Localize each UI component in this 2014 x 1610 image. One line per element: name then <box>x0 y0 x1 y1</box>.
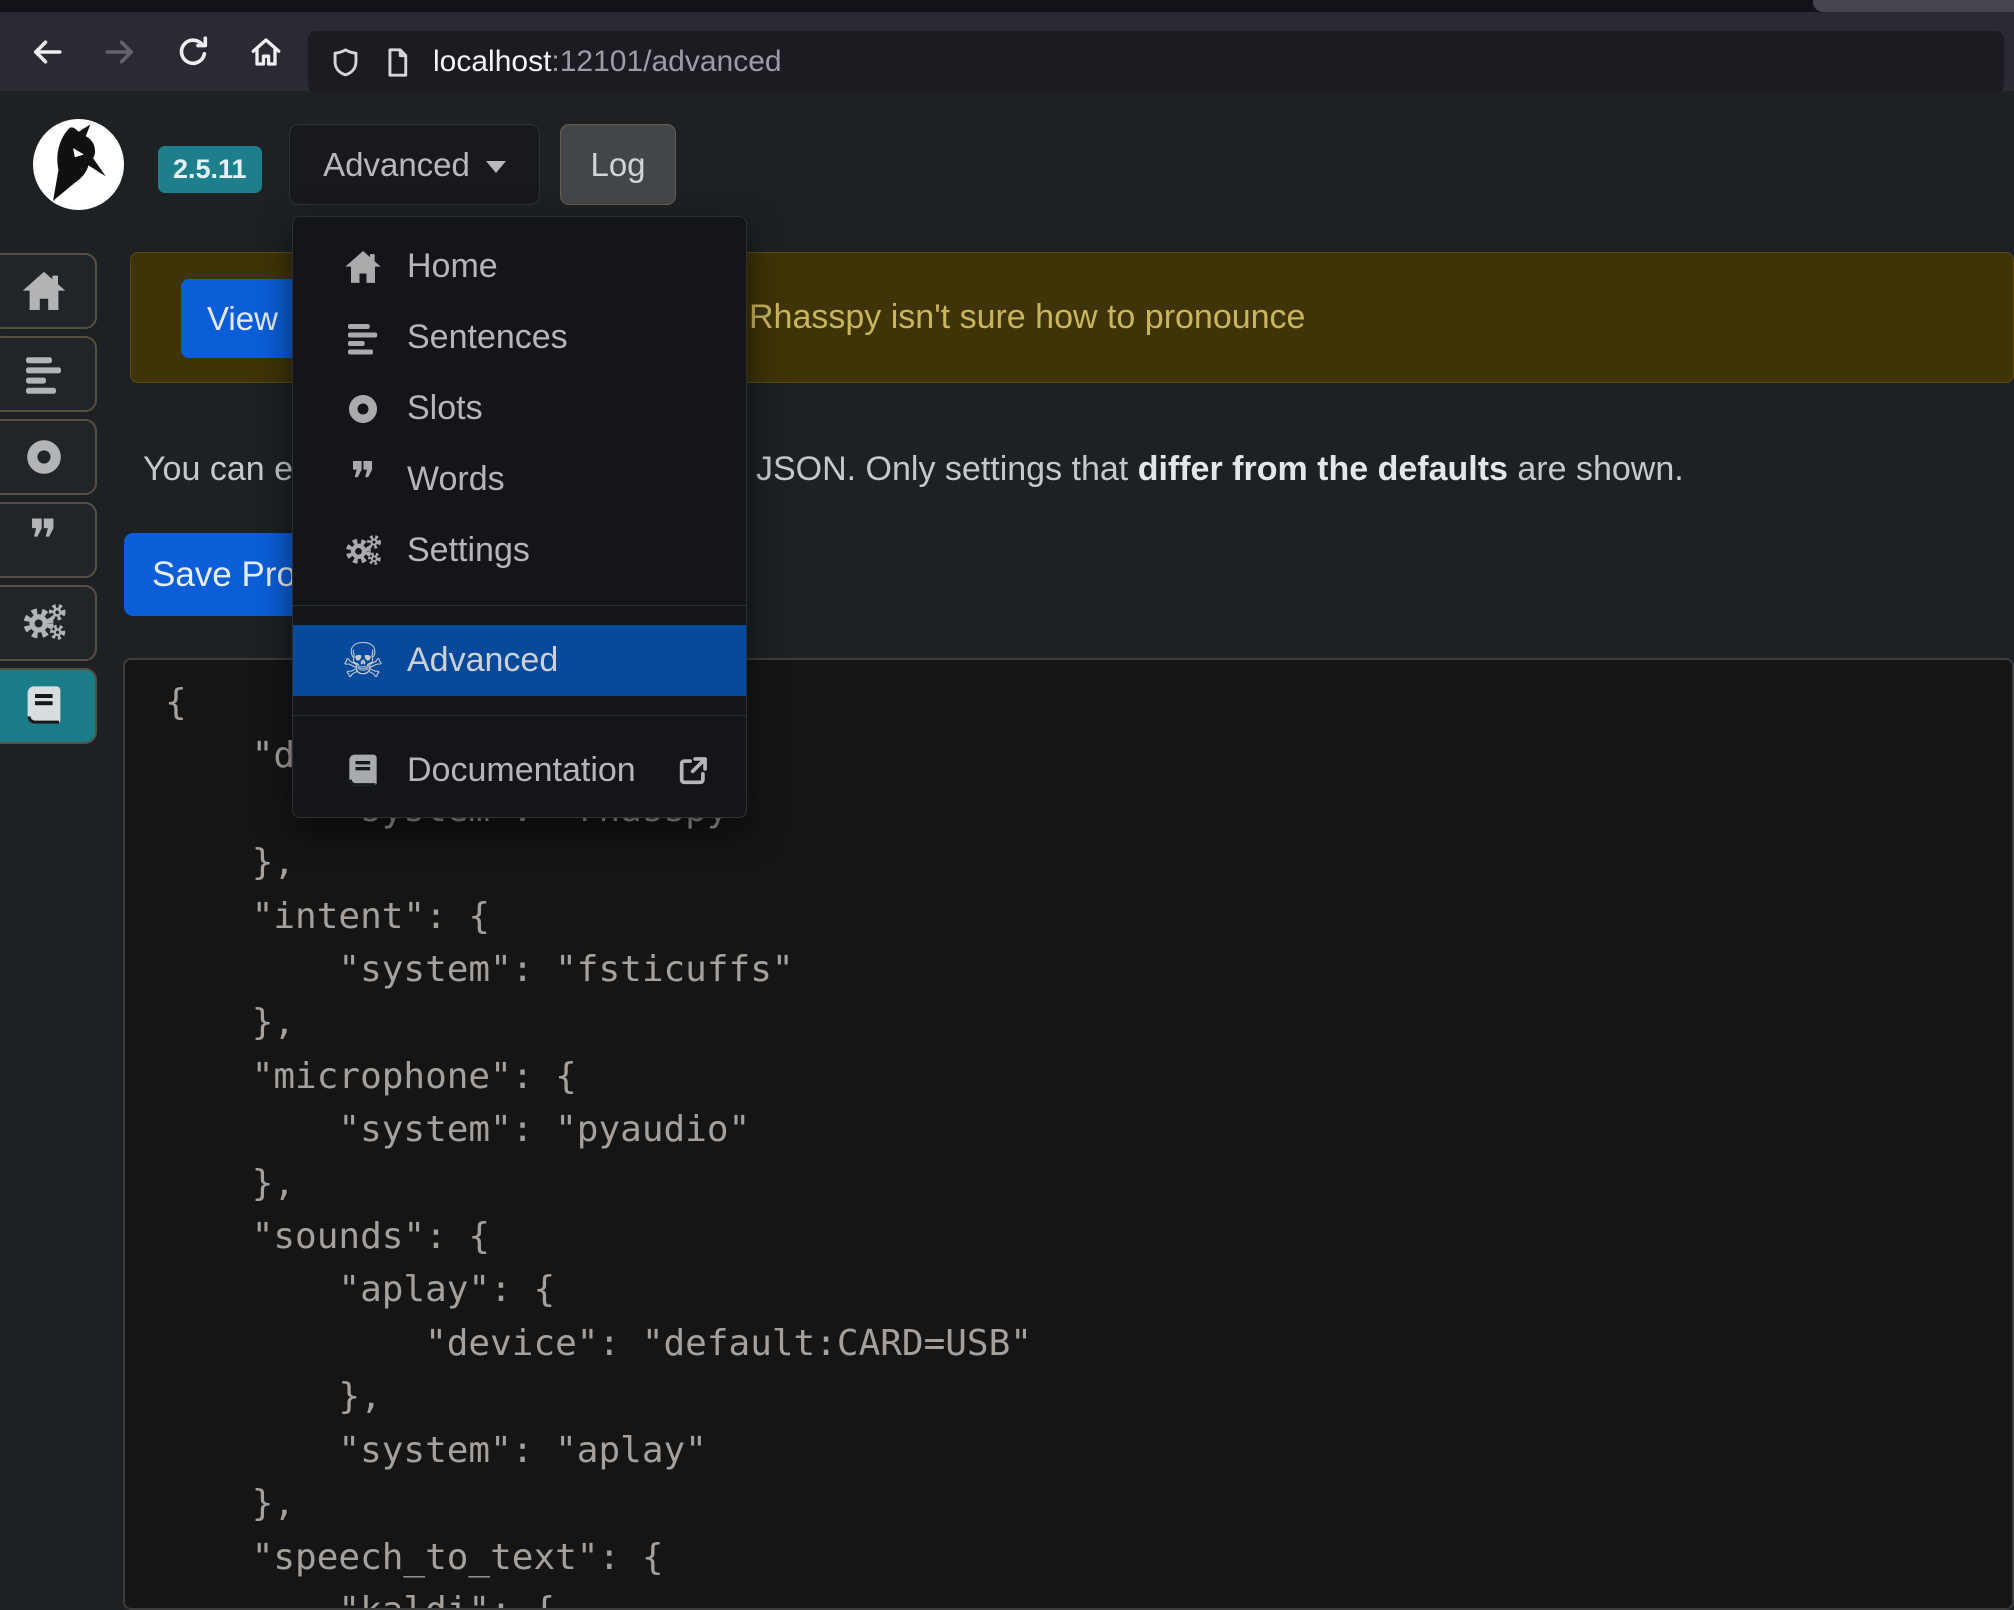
code-line: }, <box>165 1157 2012 1210</box>
sidebar-item-documentation[interactable] <box>0 668 97 744</box>
code-line: "device": "default:CARD=USB" <box>165 1317 2012 1370</box>
menu-divider <box>293 605 746 606</box>
menu-item-label: Slots <box>407 389 483 428</box>
browser-active-tab-edge[interactable] <box>1813 0 2014 12</box>
settings-icon <box>20 599 68 647</box>
code-line: }, <box>165 1477 2012 1530</box>
url-host: localhost <box>433 45 551 78</box>
browser-toolbar: localhost:12101/advanced <box>0 12 2014 91</box>
url-bar[interactable]: localhost:12101/advanced <box>308 31 2004 93</box>
code-line: "system": "pyaudio" <box>165 1103 2012 1156</box>
intro-text-bold: differ from the defaults <box>1138 450 1508 488</box>
menu-divider <box>293 715 746 716</box>
code-line: "system": "fsticuffs" <box>165 943 2012 996</box>
back-button[interactable] <box>21 26 73 78</box>
firefox-window: localhost:12101/advanced 2.5.11 Advanced… <box>0 0 2014 1610</box>
url-text: localhost:12101/advanced <box>433 45 782 79</box>
browser-tab-strip <box>0 0 2014 12</box>
menu-item-advanced[interactable]: ☠ Advanced <box>293 625 746 696</box>
sidebar-item-sentences[interactable] <box>0 336 97 412</box>
nav-dropdown-label: Advanced <box>323 146 470 184</box>
version-badge: 2.5.11 <box>158 146 262 193</box>
forward-button[interactable] <box>94 26 146 78</box>
slots-icon <box>341 387 385 431</box>
code-line: "intent": { <box>165 890 2012 943</box>
words-icon: ❞ <box>341 458 385 502</box>
code-line: "sounds": { <box>165 1210 2012 1263</box>
menu-item-settings[interactable]: Settings <box>293 515 746 586</box>
code-line: "speech_to_text": { <box>165 1531 2012 1584</box>
home-icon <box>20 267 68 315</box>
rhasspy-logo[interactable] <box>33 119 124 210</box>
menu-item-sentences[interactable]: Sentences <box>293 302 746 373</box>
code-line: "aplay": { <box>165 1263 2012 1316</box>
sidebar-item-slots[interactable] <box>0 419 97 495</box>
menu-item-home[interactable]: Home <box>293 231 746 302</box>
skull-crossbones-icon: ☠ <box>341 639 385 683</box>
nav-dropdown-button[interactable]: Advanced <box>289 124 540 205</box>
book-icon <box>341 749 385 793</box>
reload-icon <box>175 34 211 70</box>
browser-home-button[interactable] <box>240 26 292 78</box>
code-line: "system": "aplay" <box>165 1424 2012 1477</box>
words-icon: ❞ <box>29 516 58 564</box>
log-button[interactable]: Log <box>560 124 676 205</box>
sentences-icon <box>341 316 385 360</box>
external-link-icon <box>676 754 710 788</box>
back-arrow-icon <box>29 34 65 70</box>
reload-button[interactable] <box>167 26 219 78</box>
sentences-icon <box>20 350 68 398</box>
code-line: }, <box>165 836 2012 889</box>
menu-item-documentation[interactable]: Documentation <box>293 735 746 806</box>
code-line: "kaldi": { <box>165 1584 2012 1610</box>
menu-item-label: Home <box>407 247 498 286</box>
pronounce-warning-text: Rhasspy isn't sure how to pronounce <box>749 253 1305 382</box>
menu-item-label: Documentation <box>407 751 636 790</box>
menu-item-label: Advanced <box>407 641 558 680</box>
slots-icon <box>20 433 68 481</box>
chevron-down-icon <box>486 161 506 173</box>
code-line: "microphone": { <box>165 1050 2012 1103</box>
sidebar-item-words[interactable]: ❞ <box>0 502 97 578</box>
menu-item-slots[interactable]: Slots <box>293 373 746 444</box>
page-info-icon[interactable] <box>381 46 414 79</box>
code-line: }, <box>165 1370 2012 1423</box>
home-icon <box>341 245 385 289</box>
menu-item-label: Settings <box>407 531 530 570</box>
settings-icon <box>341 529 385 573</box>
browser-home-icon <box>248 34 284 70</box>
sidebar-item-home[interactable] <box>0 253 97 329</box>
nav-dropdown-menu: Home Sentences Slots ❞ Words Settings ☠ … <box>292 216 747 818</box>
book-icon <box>20 682 68 730</box>
menu-item-label: Words <box>407 460 505 499</box>
log-button-label: Log <box>590 146 645 184</box>
code-line: }, <box>165 996 2012 1049</box>
menu-item-words[interactable]: ❞ Words <box>293 444 746 515</box>
intro-text-end: are shown. <box>1508 450 1684 488</box>
sidebar-item-settings[interactable] <box>0 585 97 661</box>
forward-arrow-icon <box>102 34 138 70</box>
menu-item-label: Sentences <box>407 318 568 357</box>
url-path: :12101/advanced <box>551 45 781 78</box>
shield-icon[interactable] <box>329 46 362 79</box>
